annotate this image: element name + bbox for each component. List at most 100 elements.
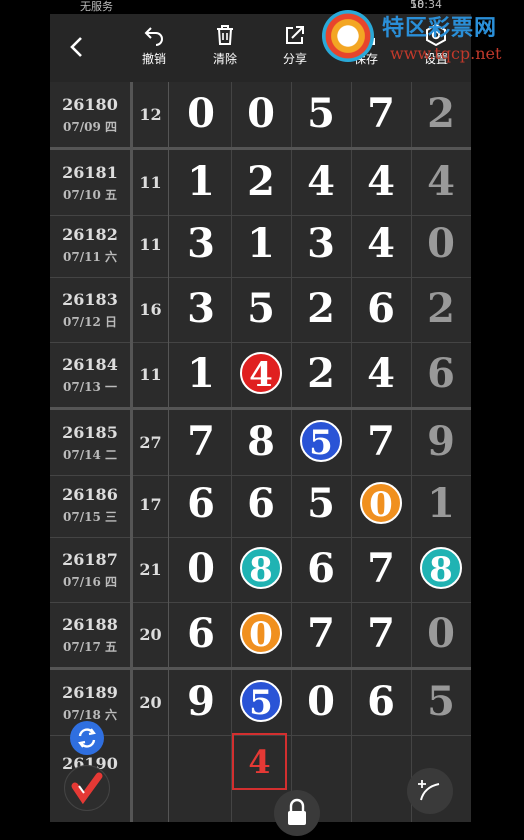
digit-cell[interactable]: 0 [291, 670, 352, 735]
empty-digit-cell[interactable] [171, 732, 232, 822]
digit-cell[interactable]: 7 [291, 602, 352, 667]
digit-cell[interactable]: 7 [351, 602, 412, 667]
digit: 3 [307, 220, 335, 267]
app-logo-button[interactable] [64, 765, 110, 811]
issue-date: 07/12 日 [63, 315, 117, 329]
digit-cell[interactable]: 8 [231, 410, 292, 475]
highlight-ball: 0 [360, 482, 402, 525]
digit: 1 [187, 158, 215, 205]
digit: 5 [307, 480, 335, 527]
digit: 0 [247, 90, 275, 137]
issue-date: 07/16 四 [63, 575, 117, 589]
digit-cell[interactable]: 6 [291, 537, 352, 602]
digit-cell[interactable]: 4 [291, 150, 352, 215]
digit: 0 [187, 90, 215, 137]
digit-cell[interactable]: 0 [231, 602, 292, 667]
tail-digit-cell[interactable]: 0 [411, 212, 471, 277]
digit: 5 [427, 678, 455, 725]
prediction-box[interactable]: 4 [232, 733, 287, 790]
digit: 2 [427, 90, 455, 137]
digit-cell[interactable]: 3 [171, 212, 232, 277]
tail-digit-cell[interactable]: 4 [411, 150, 471, 215]
digit: 2 [307, 285, 335, 332]
issue-cell: 26182 07/11 六 [50, 212, 133, 277]
digit-cell[interactable]: 3 [291, 212, 352, 277]
digit-cell[interactable]: 3 [171, 277, 232, 342]
tail-digit-cell[interactable]: 6 [411, 342, 471, 407]
issue-number: 26187 [62, 550, 118, 569]
digit-cell[interactable]: 7 [351, 410, 412, 475]
issue-cell: 26181 07/10 五 [50, 150, 133, 215]
results-grid: 26180 07/09 四 12 0 0 5 7 2 26181 07/10 五 11 1 2 4 4 4 26… [50, 82, 471, 822]
sum-cell: 20 [133, 670, 169, 735]
digit: 0 [187, 545, 215, 592]
watermark-url: www.tqcp.net [390, 44, 502, 63]
tail-digit-cell[interactable]: 1 [411, 472, 471, 537]
digit: 9 [187, 678, 215, 725]
digit: 2 [427, 285, 455, 332]
digit-cell[interactable]: 2 [291, 277, 352, 342]
sum-cell: 16 [133, 277, 169, 342]
empty-digit-cell[interactable] [351, 732, 412, 822]
digit-cell[interactable]: 1 [171, 342, 232, 407]
digit: 6 [247, 480, 275, 527]
digit-cell[interactable]: 6 [171, 602, 232, 667]
digit-cell[interactable]: 4 [351, 150, 412, 215]
digit-cell[interactable]: 5 [231, 670, 292, 735]
digit-cell[interactable]: 4 [231, 342, 292, 407]
digit-cell[interactable]: 5 [291, 472, 352, 537]
issue-number: 26181 [62, 163, 118, 182]
trash-icon [217, 25, 233, 45]
chevron-left-icon[interactable] [64, 34, 90, 60]
tail-digit-cell[interactable]: 2 [411, 82, 471, 147]
digit-cell[interactable]: 6 [171, 472, 232, 537]
digit-cell[interactable]: 4 [351, 212, 412, 277]
digit-cell[interactable]: 1 [231, 212, 292, 277]
digit-cell[interactable]: 0 [171, 537, 232, 602]
highlight-ball: 4 [240, 352, 282, 395]
highlight-ball: 0 [240, 612, 282, 655]
share-button[interactable]: 分享 [267, 24, 323, 67]
digit: 4 [367, 220, 395, 267]
digit-cell[interactable]: 4 [351, 342, 412, 407]
digit-cell[interactable]: 6 [351, 670, 412, 735]
digit-cell[interactable]: 7 [351, 537, 412, 602]
digit-cell[interactable]: 8 [231, 537, 292, 602]
tail-digit-cell[interactable]: 9 [411, 410, 471, 475]
digit-cell[interactable]: 0 [351, 472, 412, 537]
digit-cell[interactable]: 0 [171, 82, 232, 147]
issue-cell: 26188 07/17 五 [50, 602, 133, 667]
digit-cell[interactable]: 7 [171, 410, 232, 475]
digit-cell[interactable]: 5 [291, 410, 352, 475]
clear-button[interactable]: 清除 [197, 24, 253, 67]
digit: 4 [307, 158, 335, 205]
tail-digit-cell[interactable]: 8 [411, 537, 471, 602]
digit-cell[interactable]: 5 [231, 277, 292, 342]
digit: 1 [427, 480, 455, 527]
sum-cell: 12 [133, 82, 169, 147]
refresh-icon [78, 728, 96, 748]
table-row: 26186 07/15 三 17 6 6 5 0 1 [50, 472, 471, 538]
undo-button[interactable]: 撤销 [126, 24, 182, 67]
issue-cell: 26186 07/15 三 [50, 472, 133, 537]
digit-cell[interactable]: 9 [171, 670, 232, 735]
issue-date: 07/14 二 [63, 448, 117, 462]
refresh-button[interactable] [70, 721, 104, 755]
digit-cell[interactable]: 6 [351, 277, 412, 342]
digit: 0 [307, 678, 335, 725]
digit: 5 [307, 90, 335, 137]
tail-digit-cell[interactable]: 5 [411, 670, 471, 735]
digit-cell[interactable]: 0 [231, 82, 292, 147]
draw-button[interactable] [407, 768, 453, 814]
digit-cell[interactable]: 2 [291, 342, 352, 407]
digit-cell[interactable]: 6 [231, 472, 292, 537]
digit-cell[interactable]: 1 [171, 150, 232, 215]
tail-digit-cell[interactable]: 0 [411, 602, 471, 667]
watermark-logo-icon [322, 10, 374, 62]
lock-button[interactable] [274, 790, 320, 836]
digit-cell[interactable]: 2 [231, 150, 292, 215]
tail-digit-cell[interactable]: 2 [411, 277, 471, 342]
digit-cell[interactable]: 7 [351, 82, 412, 147]
digit-cell[interactable]: 5 [291, 82, 352, 147]
digit: 2 [307, 350, 335, 397]
